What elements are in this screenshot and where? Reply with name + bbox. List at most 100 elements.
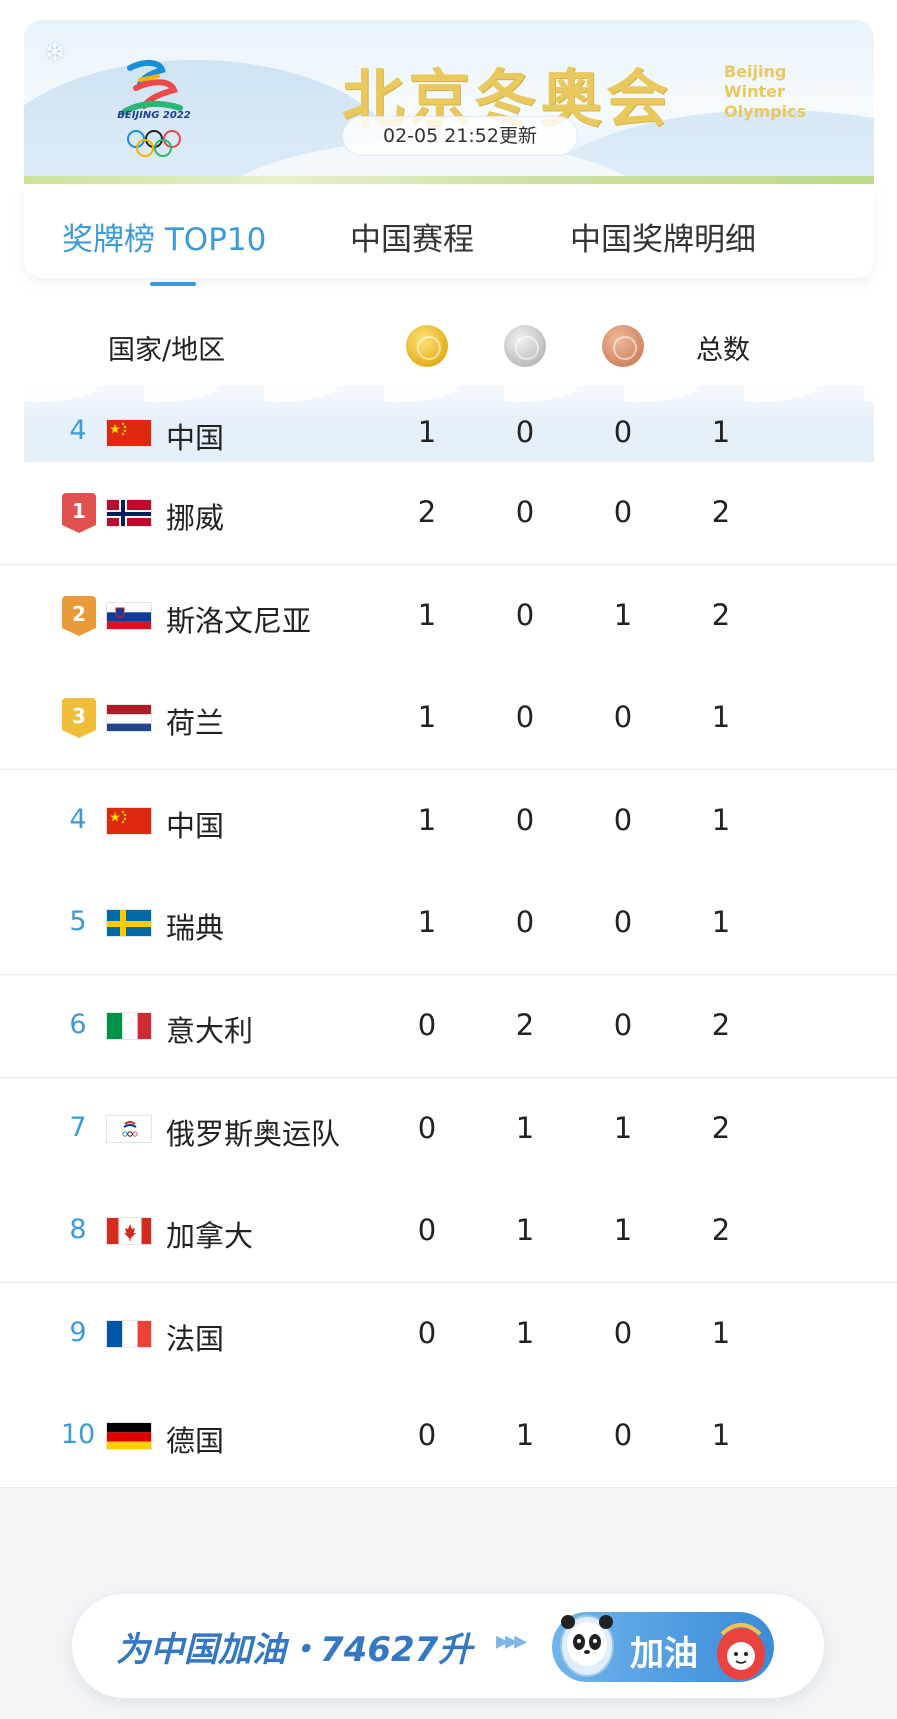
shuey-rhon-rhon-mascot-icon [717,1623,765,1680]
silver-count: 0 [515,700,535,734]
total-count: 2 [711,1008,731,1042]
country-name: 中国 [166,421,225,455]
total-count: 2 [711,495,731,529]
country-name: 俄罗斯奥运队 [166,1117,341,1151]
cheer-bar: 为中国加油・74627升 ▸▸▸ 加油 [72,1594,824,1698]
gold-count: 0 [417,1213,437,1247]
rank-number: 8 [69,1214,87,1245]
banner-en-line: Beijing [724,62,787,81]
rank-number: 10 [60,1419,96,1450]
silver-count: 1 [515,1213,535,1247]
snowflake-icon: ❄ [44,38,66,68]
silver-count: 1 [515,1418,535,1452]
banner-title-en: Beijing Winter Olympics [724,62,844,122]
bronze-count: 0 [613,495,633,529]
gold-medal-icon [406,325,448,367]
silver-count: 1 [515,1316,535,1350]
logo-text: BEIJING 2022 [117,110,191,121]
total-count: 1 [711,1418,731,1452]
flag-slovenia-icon [106,602,152,630]
table-row[interactable]: 3 荷兰 1 0 0 1 [0,667,897,770]
flag-netherlands-icon [106,704,152,732]
flag-china-icon [106,807,152,835]
cheer-text: 为中国加油・74627升 [116,1630,473,1670]
country-name: 法国 [166,1322,225,1356]
flag-germany-icon [106,1422,152,1450]
rank-number: 4 [69,415,87,446]
country-name: 荷兰 [166,706,225,740]
rank-number: 5 [69,906,87,937]
total-count: 1 [711,415,731,449]
country-name: 斯洛文尼亚 [166,604,312,638]
rank-badge-icon: 1 [62,493,96,533]
bronze-count: 0 [613,1008,633,1042]
country-name: 挪威 [166,501,225,535]
bronze-count: 0 [613,415,633,449]
flag-roc-icon [106,1115,152,1143]
total-count: 1 [711,1316,731,1350]
top-card: ❄ BEIJING 2022 北京冬奥会 Beijing Winter Olym… [0,0,897,505]
total-count: 2 [711,1213,731,1247]
gold-count: 1 [417,803,437,837]
banner-stripe [24,176,874,184]
bronze-count: 0 [613,1418,633,1452]
gold-count: 1 [417,700,437,734]
rank-number: 4 [69,804,87,835]
table-row[interactable]: 5 瑞典 1 0 0 1 [0,872,897,975]
table-row[interactable]: 4 中国 1 0 0 1 [0,770,897,873]
bronze-count: 1 [613,1213,633,1247]
country-name: 加拿大 [166,1219,254,1253]
rank-badge-icon: 2 [62,596,96,636]
gold-count: 0 [417,1008,437,1042]
table-row[interactable]: 10 德国 0 1 0 1 [0,1385,897,1488]
table-row[interactable]: 2 斯洛文尼亚 1 0 1 2 [0,565,897,668]
silver-count: 0 [515,803,535,837]
table-row[interactable]: 8 加拿大 0 1 1 2 [0,1180,897,1283]
bronze-count: 1 [613,1111,633,1145]
flag-france-icon [106,1320,152,1348]
update-time-badge: 02-05 21:52更新 [342,116,578,156]
header-total: 总数 [696,335,750,366]
flag-canada-icon [106,1217,152,1245]
silver-count: 0 [515,415,535,449]
flag-italy-icon [106,1012,152,1040]
tab-china-schedule[interactable]: 中国赛程 [350,214,474,259]
rank-number: 6 [69,1009,87,1040]
cheer-button[interactable]: 加油 [552,1612,774,1682]
bronze-count: 1 [613,598,633,632]
gold-count: 1 [417,598,437,632]
country-name: 德国 [166,1424,225,1458]
silver-count: 0 [515,598,535,632]
table-row[interactable]: 7 俄罗斯奥运队 0 1 1 2 [0,1078,897,1181]
table-row[interactable]: 1 挪威 2 0 0 2 [0,462,897,565]
country-name: 意大利 [166,1014,254,1048]
country-name: 瑞典 [166,911,225,945]
silver-count: 0 [515,495,535,529]
olympic-rings-icon [127,130,181,157]
arrows-icon: ▸▸▸ [496,1626,527,1656]
total-count: 2 [711,598,731,632]
silver-count: 1 [515,1111,535,1145]
silver-count: 0 [515,905,535,939]
flag-norway-icon [106,499,152,527]
bronze-medal-icon [602,325,644,367]
active-tab-indicator [150,282,196,286]
table-row[interactable]: 9 法国 0 1 0 1 [0,1283,897,1386]
tab-medal-top10[interactable]: 奖牌榜 TOP10 [62,214,266,259]
total-count: 1 [711,700,731,734]
rank-badge-icon: 3 [62,698,96,738]
gold-count: 0 [417,1418,437,1452]
table-row[interactable]: 6 意大利 0 2 0 2 [0,975,897,1078]
bing-dwen-dwen-mascot-icon [560,1615,614,1677]
gold-count: 1 [417,905,437,939]
tab-china-medal-details[interactable]: 中国奖牌明细 [570,214,756,259]
rank-number: 9 [69,1317,87,1348]
total-count: 1 [711,905,731,939]
banner-en-line: Olympics [724,102,807,121]
silver-count: 2 [515,1008,535,1042]
gold-count: 0 [417,1316,437,1350]
olympics-banner: ❄ BEIJING 2022 北京冬奥会 Beijing Winter Olym… [24,20,874,184]
gold-count: 2 [417,495,437,529]
bronze-count: 0 [613,1316,633,1350]
banner-en-line: Winter [724,82,785,101]
